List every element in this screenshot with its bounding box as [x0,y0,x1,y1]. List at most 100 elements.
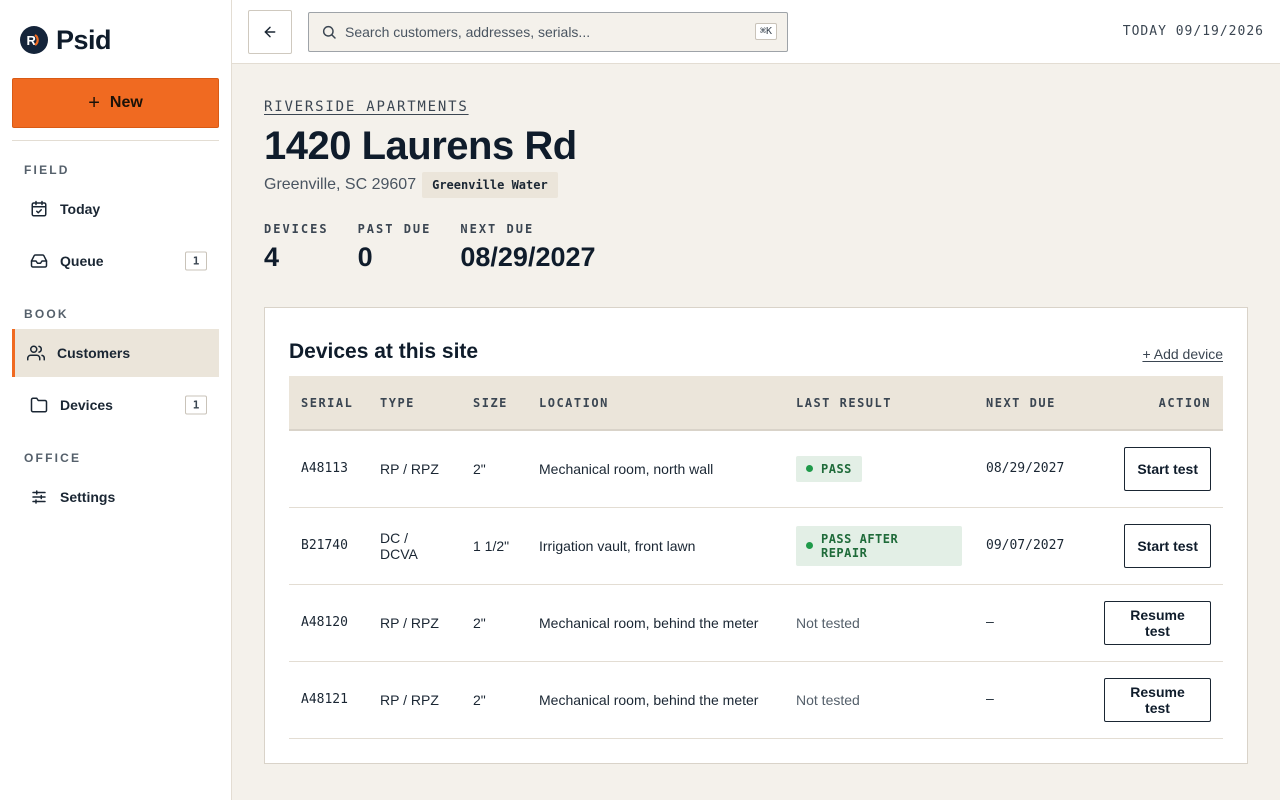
site-subline: Greenville, SC 29607 Greenville Water [264,172,1248,198]
utility-tag: Greenville Water [422,172,558,198]
cell-result: Not tested [784,661,974,739]
search-box[interactable]: ⌘K [308,11,788,52]
table-header-row: SERIAL TYPE SIZE LOCATION LAST RESULT NE… [289,376,1223,431]
start-test-button[interactable]: Start test [1124,446,1211,491]
site-content: RIVERSIDE APARTMENTS 1420 Laurens Rd Gre… [232,64,1280,764]
table-row[interactable]: B21740 DC / DCVA 1 1/2" Irrigation vault… [289,507,1223,585]
cell-serial: A48113 [289,430,368,508]
search-input[interactable] [345,23,747,40]
arrow-left-icon [264,26,276,37]
table-row[interactable]: A48121 RP / RPZ 2" Mechanical room, behi… [289,661,1223,739]
cell-action: Start test [1092,507,1223,585]
status-badge: PASS [796,455,862,482]
sidebar-item-queue[interactable]: Queue 1 [12,237,219,285]
table-row[interactable]: A48120 RP / RPZ 2" Mechanical room, behi… [289,584,1223,662]
stat-value: 0 [357,242,373,272]
cell-serial: B21740 [289,507,368,585]
status-dot-icon [806,465,813,473]
resume-test-button[interactable]: Resume test [1104,600,1211,645]
resume-test-button[interactable]: Resume test [1104,677,1211,722]
stat-label: DEVICES [264,222,329,236]
cell-type: DC / DCVA [368,507,461,585]
column-header[interactable]: SERIAL [289,376,368,431]
start-test-button[interactable]: Start test [1124,523,1211,568]
stat-devices: DEVICES 4 [264,222,329,273]
sidebar-item-label: Devices [60,397,113,413]
column-header[interactable]: NEXT DUE [974,376,1092,431]
cell-size: 1 1/2" [461,507,527,585]
column-header[interactable]: LOCATION [527,376,784,431]
calendar-check-icon [31,200,47,217]
cell-type: RP / RPZ [368,584,461,662]
status-badge: PASS AFTER REPAIR [796,525,962,566]
status-dot-icon [806,542,813,549]
sidebar-item-today[interactable]: Today [12,185,219,233]
topbar: ⌘K TODAY 09/19/2026 [232,0,1280,64]
sidebar: R Psid + New FIELD Today Queue 1 BOOK Cu… [0,0,232,800]
column-header[interactable]: LAST RESULT [784,376,974,431]
search-icon [322,25,336,39]
users-icon [27,345,45,361]
devices-card: Devices at this site + Add device SERIAL… [264,307,1248,764]
devices-card-header: Devices at this site + Add device [289,334,1223,364]
back-button[interactable] [248,9,292,54]
cell-size: 2" [461,661,527,739]
cell-action: Resume test [1092,661,1223,739]
sidebar-item-label: Today [60,201,101,217]
cell-location: Mechanical room, north wall [527,430,784,508]
section-label-office: OFFICE [24,451,82,465]
sidebar-item-devices[interactable]: Devices 1 [12,381,219,429]
add-device-link[interactable]: + Add device [1142,346,1223,364]
stat-next-due: NEXT DUE 08/29/2027 [460,222,595,273]
devices-table: SERIAL TYPE SIZE LOCATION LAST RESULT NE… [289,376,1223,739]
stat-label: NEXT DUE [460,222,535,236]
count-badge: 1 [185,395,207,415]
sidebar-item-settings[interactable]: Settings [12,473,219,521]
inbox-icon [30,254,48,268]
cell-type: RP / RPZ [368,430,461,508]
stat-label: PAST DUE [357,222,432,236]
sidebar-item-customers[interactable]: Customers [12,329,219,377]
cell-result: PASS [784,430,974,508]
main-area: ⌘K TODAY 09/19/2026 RIVERSIDE APARTMENTS… [232,0,1280,800]
new-button-label: New [109,94,143,111]
app-root: R Psid + New FIELD Today Queue 1 BOOK Cu… [0,0,1280,800]
today-date: TODAY 09/19/2026 [1122,24,1264,39]
stat-value: 08/29/2027 [460,242,596,272]
cell-result: Not tested [784,584,974,662]
cell-size: 2" [461,430,527,508]
sidebar-item-label: Queue [60,253,104,269]
status-badge-label: PASS AFTER REPAIR [820,531,899,560]
section-label-field: FIELD [24,163,70,177]
plus-icon: + [88,92,100,114]
count-badge: 1 [185,251,207,271]
column-header: ACTION [1092,376,1223,431]
stat-past-due: PAST DUE 0 [358,222,432,273]
cell-size: 2" [461,584,527,662]
column-header[interactable]: SIZE [461,376,527,431]
status-badge-label: PASS [821,461,852,476]
cell-action: Start test [1092,430,1223,508]
cell-location: Mechanical room, behind the meter [527,661,784,739]
brand-name: Psid [56,24,112,55]
new-button[interactable]: + New [12,78,219,128]
brand[interactable]: R Psid [12,0,219,80]
shortcut-hint: ⌘K [754,23,777,40]
cell-next-due: 09/07/2027 [974,507,1092,585]
sidebar-item-label: Settings [60,489,116,505]
cell-serial: A48120 [289,584,368,662]
cell-next-due: 08/29/2027 [974,430,1092,508]
table-row[interactable]: A48113 RP / RPZ 2" Mechanical room, nort… [289,430,1223,508]
cell-next-due: – [974,661,1092,739]
site-stats: DEVICES 4 PAST DUE 0 NEXT DUE 08/29/2027 [264,222,1248,273]
cell-result: PASS AFTER REPAIR [784,507,974,585]
cell-action: Resume test [1092,584,1223,662]
logo-icon: R [20,26,48,54]
customer-link[interactable]: RIVERSIDE APARTMENTS [264,99,469,115]
page-title: 1420 Laurens Rd [264,124,577,168]
column-header[interactable]: TYPE [368,376,461,431]
sidebar-item-label: Customers [57,345,131,361]
devices-title: Devices at this site [289,340,479,363]
cell-location: Mechanical room, behind the meter [527,584,784,662]
sidebar-divider [12,140,219,141]
